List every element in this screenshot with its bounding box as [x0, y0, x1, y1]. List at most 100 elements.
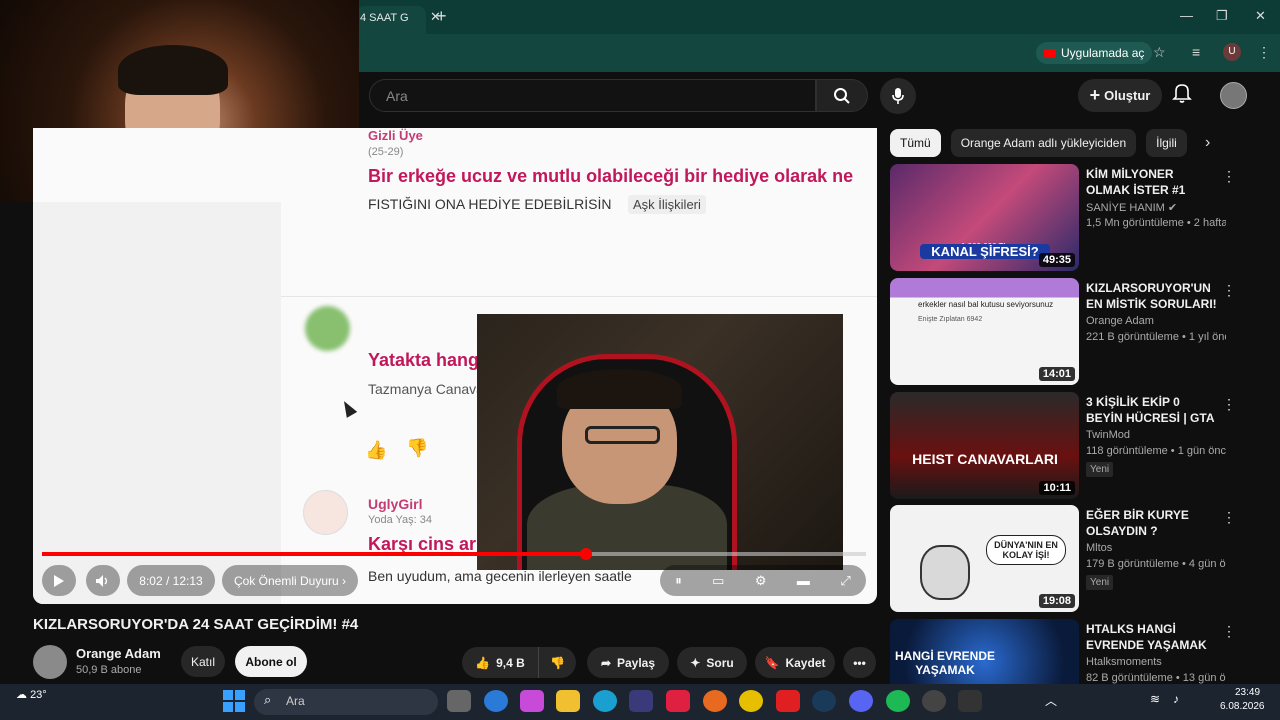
search-button[interactable] [816, 79, 868, 112]
recommendation-item[interactable]: HANGİ EVRENDE YAŞAMAK HTALKS HANGİ EVREN… [890, 619, 1270, 684]
media-control-icon[interactable]: ≡ [1192, 44, 1200, 60]
clock-date[interactable]: 6.08.2026 [1220, 701, 1265, 712]
recommendation-item[interactable]: HEIST CANAVARLARI 10:11 3 KİŞİLİK EKİP 0… [890, 392, 1270, 500]
recommendation-channel[interactable]: TwinMod [1086, 429, 1130, 441]
save-button[interactable]: 🔖 Kaydet [755, 647, 835, 678]
more-actions-button[interactable]: ••• [843, 647, 876, 678]
steam-icon[interactable] [812, 690, 836, 712]
account-avatar[interactable] [1220, 82, 1247, 109]
bookmark-star-icon[interactable]: ☆ [1153, 44, 1166, 61]
dislike-button[interactable]: 👎 [538, 647, 576, 678]
fullscreen-icon[interactable]: ⤢ [840, 573, 850, 589]
more-horizontal-icon: ••• [853, 655, 866, 670]
tray-expand-icon[interactable]: ︿ [1045, 692, 1057, 709]
duration-badge: 49:35 [1038, 253, 1075, 267]
recommendation-item[interactable]: erkekler nasıl bal kutusu seviyorsunuz E… [890, 278, 1270, 386]
chip-related[interactable]: İlgili [1146, 129, 1187, 157]
minimize-icon[interactable]: — [1180, 8, 1193, 23]
like-button[interactable]: 👍 9,4 B [462, 647, 538, 678]
recommendation-channel[interactable]: Mltos [1086, 542, 1112, 554]
recommendation-item[interactable]: DÜNYA'NIN EN KOLAY İŞİ! 19:08 EĞER BİR K… [890, 505, 1270, 613]
more-vertical-icon[interactable]: ⋮ [1222, 168, 1236, 185]
recommendation-title[interactable]: 3 KİŞİLİK EKİP 0 BEYİN HÜCRESİ | GTA Onl… [1086, 394, 1218, 427]
copilot-icon[interactable] [520, 690, 544, 712]
speaker-icon[interactable]: ♪ [1173, 692, 1179, 706]
join-button[interactable]: Katıl [181, 646, 225, 677]
close-window-icon[interactable]: ✕ [1255, 8, 1266, 24]
weather-widget[interactable]: ☁ 23° [16, 688, 47, 701]
browser-menu-icon[interactable]: ⋮ [1257, 44, 1271, 61]
answer-text: FISTIĞINI ONA HEDİYE EDEBİLRİSİN [368, 196, 612, 212]
obs-icon[interactable] [922, 690, 946, 712]
video-thumbnail[interactable]: erkekler nasıl bal kutusu seviyorsunuz E… [890, 278, 1079, 385]
terminal-icon[interactable] [958, 690, 982, 712]
bell-icon [1172, 84, 1192, 103]
channel-name[interactable]: Orange Adam [76, 646, 161, 661]
wifi-icon[interactable]: ≋ [1150, 692, 1160, 706]
clock-time[interactable]: 23:49 [1235, 687, 1260, 698]
subscribe-button[interactable]: Abone ol [235, 646, 307, 677]
settings-gear-icon[interactable]: ⚙ [755, 573, 767, 589]
video-thumbnail[interactable]: HEIST CANAVARLARI 10:11 [890, 392, 1079, 499]
recommendation-channel[interactable]: Orange Adam [1086, 315, 1154, 327]
cloud-icon: ☁ [16, 689, 27, 701]
recommendation-title[interactable]: KİM MİLYONER OLMAK İSTER #1 ADAL, ... [1086, 166, 1218, 199]
taskbar-search-input[interactable]: Ara [254, 689, 438, 715]
chip-from-uploader[interactable]: Orange Adam adlı yükleyiciden [950, 129, 1137, 157]
ask-button[interactable]: ✦ Soru [677, 647, 747, 678]
task-view-icon[interactable] [447, 690, 471, 712]
share-button[interactable]: ➦ Paylaş [587, 647, 669, 678]
recommendation-title[interactable]: KIZLARSORUYOR'UN EN MİSTİK SORULARI! #2 [1086, 280, 1218, 313]
create-button[interactable]: + Oluştur [1078, 79, 1162, 112]
more-vertical-icon[interactable]: ⋮ [1222, 623, 1236, 640]
more-vertical-icon[interactable]: ⋮ [1222, 396, 1236, 413]
chrome-icon[interactable] [739, 690, 763, 712]
store-icon[interactable] [629, 690, 653, 712]
like-count: 9,4 B [496, 655, 525, 670]
recommendation-title[interactable]: EĞER BİR KURYE OLSAYDIN ? [1086, 507, 1218, 539]
chevron-right-icon[interactable]: › [1205, 134, 1210, 152]
theater-mode-icon[interactable]: ▬ [797, 573, 810, 588]
discord-icon[interactable] [849, 690, 873, 712]
more-vertical-icon[interactable]: ⋮ [1222, 282, 1236, 299]
recommendation-item[interactable]: 1.000.000 TL KANAL ŞİFRESİ? 49:35 KİM Mİ… [890, 164, 1270, 272]
notifications-button[interactable] [1172, 82, 1192, 109]
volume-button[interactable] [86, 565, 120, 596]
question-title: Yatakta hang [368, 350, 480, 370]
chapter-button[interactable]: Çok Önemli Duyuru › [222, 565, 358, 596]
video-thumbnail[interactable]: HANGİ EVRENDE YAŞAMAK [890, 619, 1079, 684]
channel-avatar[interactable] [33, 645, 67, 679]
search-input[interactable]: Ara [369, 79, 816, 112]
recommendation-channel[interactable]: Htalksmoments [1086, 656, 1162, 668]
chip-all[interactable]: Tümü [890, 129, 941, 157]
help-icon[interactable] [484, 690, 508, 712]
facecam-hair [557, 369, 682, 409]
spotify-icon[interactable] [886, 690, 910, 712]
open-in-app-button[interactable]: Uygulamada aç [1036, 42, 1153, 64]
windows-start-icon[interactable] [223, 690, 245, 712]
maximize-icon[interactable]: ❐ [1216, 8, 1228, 24]
voice-search-button[interactable] [880, 78, 916, 114]
subtitles-icon[interactable]: ▭ [712, 573, 724, 589]
recommendation-channel[interactable]: SANİYE HANIM ✔ [1086, 201, 1177, 214]
video-player[interactable]: Gizli Üye (25-29) Bir erkeğe ucuz ve mut… [33, 128, 877, 604]
recommendation-title[interactable]: HTALKS HANGİ EVRENDE YAŞAMAK ... [1086, 621, 1218, 654]
edge-browser-icon[interactable] [593, 690, 617, 712]
more-vertical-icon[interactable]: ⋮ [1222, 509, 1236, 526]
progress-scrubber[interactable] [580, 548, 592, 560]
play-button[interactable] [42, 565, 76, 596]
autoplay-toggle[interactable]: ⏸ [675, 573, 682, 589]
browser-profile-avatar[interactable]: U [1223, 43, 1241, 61]
search-icon: ⌕ [264, 692, 272, 707]
play-icon [54, 574, 64, 587]
thumbnail-text: KANAL ŞİFRESİ? [920, 244, 1050, 259]
browser-tab[interactable]: 4 SAAT G [356, 6, 426, 34]
video-thumbnail[interactable]: DÜNYA'NIN EN KOLAY İŞİ! 19:08 [890, 505, 1079, 612]
new-tab-button[interactable]: + [436, 6, 447, 27]
file-explorer-icon[interactable] [556, 690, 580, 712]
video-thumbnail[interactable]: 1.000.000 TL KANAL ŞİFRESİ? 49:35 [890, 164, 1079, 271]
notification-app-icon[interactable] [666, 690, 690, 712]
youtube-app-icon[interactable] [776, 690, 800, 712]
app-icon[interactable] [703, 690, 727, 712]
courier-illustration [920, 545, 970, 600]
